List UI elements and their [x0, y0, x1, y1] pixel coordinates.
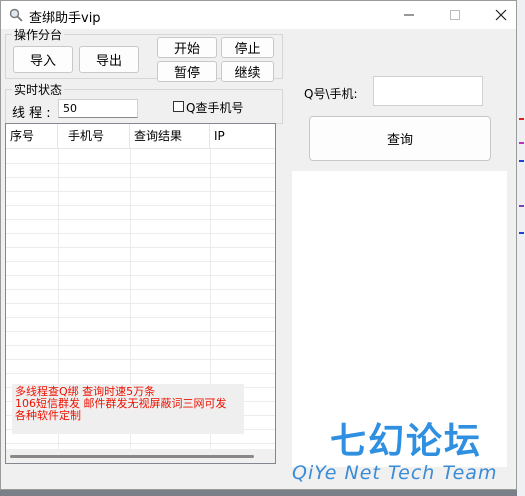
status-group-legend: 实时状态 — [14, 83, 63, 97]
title-bar[interactable]: 查绑助手vip — [1, 1, 516, 29]
column-header-ip[interactable]: IP — [210, 124, 275, 148]
forum-watermark: 七幻论坛 QiYe Net Tech Team — [290, 420, 518, 490]
stop-button[interactable]: 停止 — [221, 37, 274, 58]
close-button[interactable] — [478, 1, 524, 29]
start-button[interactable]: 开始 — [157, 37, 217, 58]
grid-line — [6, 261, 275, 262]
threads-label: 线 程 : — [12, 106, 51, 121]
q-checkbox[interactable] — [173, 101, 184, 112]
minimize-button[interactable] — [386, 1, 432, 29]
search-icon — [9, 8, 23, 22]
q-checkbox-label: Q查手机号 — [186, 101, 244, 115]
grid-line — [6, 177, 275, 178]
export-button[interactable]: 导出 — [79, 46, 139, 73]
grid-line — [6, 275, 275, 276]
query-input[interactable] — [373, 76, 483, 106]
ops-group-legend: 操作分台 — [14, 28, 63, 42]
import-button[interactable]: 导入 — [13, 46, 73, 73]
scrollbar-thumb[interactable] — [10, 455, 254, 458]
maximize-button[interactable] — [432, 1, 478, 29]
background-window-strip — [517, 0, 525, 496]
minimize-icon — [404, 14, 414, 16]
close-icon — [495, 9, 507, 21]
maximize-icon — [450, 10, 460, 20]
grid-line — [6, 331, 275, 332]
ad-text-line: 各种软件定制 — [15, 409, 81, 422]
query-label: Q号\手机: — [304, 87, 358, 101]
grid-line — [6, 317, 275, 318]
grid-line — [6, 443, 275, 444]
app-window: 查绑助手vip 操作分台 导入 导出 开始 停止 暂停 继续 实时状态 线 程 … — [0, 0, 517, 490]
grid-line — [6, 163, 275, 164]
horizontal-scrollbar[interactable] — [6, 449, 275, 463]
grid-line — [6, 205, 275, 206]
grid-line — [6, 289, 275, 290]
watermark-title: 七幻论坛 — [330, 421, 483, 462]
column-header-result[interactable]: 查询结果 — [130, 124, 210, 148]
watermark-subtitle: QiYe Net Tech Team — [292, 462, 498, 484]
grid-line — [6, 191, 275, 192]
pause-button[interactable]: 暂停 — [157, 61, 217, 82]
column-header-phone[interactable]: 手机号 — [58, 124, 130, 148]
query-button[interactable]: 查询 — [309, 116, 491, 161]
grid-line — [6, 233, 275, 234]
grid-line — [6, 345, 275, 346]
grid-line — [6, 373, 275, 374]
ad-text: 多线程查Q绑 查询时速5万条 106短信群发 邮件群发无视屏蔽词三网可发 各种软… — [12, 384, 244, 434]
window-title: 查绑助手vip — [29, 11, 101, 26]
grid-line — [6, 247, 275, 248]
grid-line — [6, 303, 275, 304]
grid-line — [6, 359, 275, 360]
resume-button[interactable]: 继续 — [221, 61, 274, 82]
grid-line — [6, 219, 275, 220]
column-header-index[interactable]: 序号 — [6, 124, 58, 148]
results-table[interactable]: 序号 手机号 查询结果 IP 多线程查Q绑 查询时速5万条 106短信群发 邮件… — [5, 123, 276, 464]
threads-input[interactable]: 50 — [58, 99, 138, 118]
table-header: 序号 手机号 查询结果 IP — [6, 124, 275, 149]
